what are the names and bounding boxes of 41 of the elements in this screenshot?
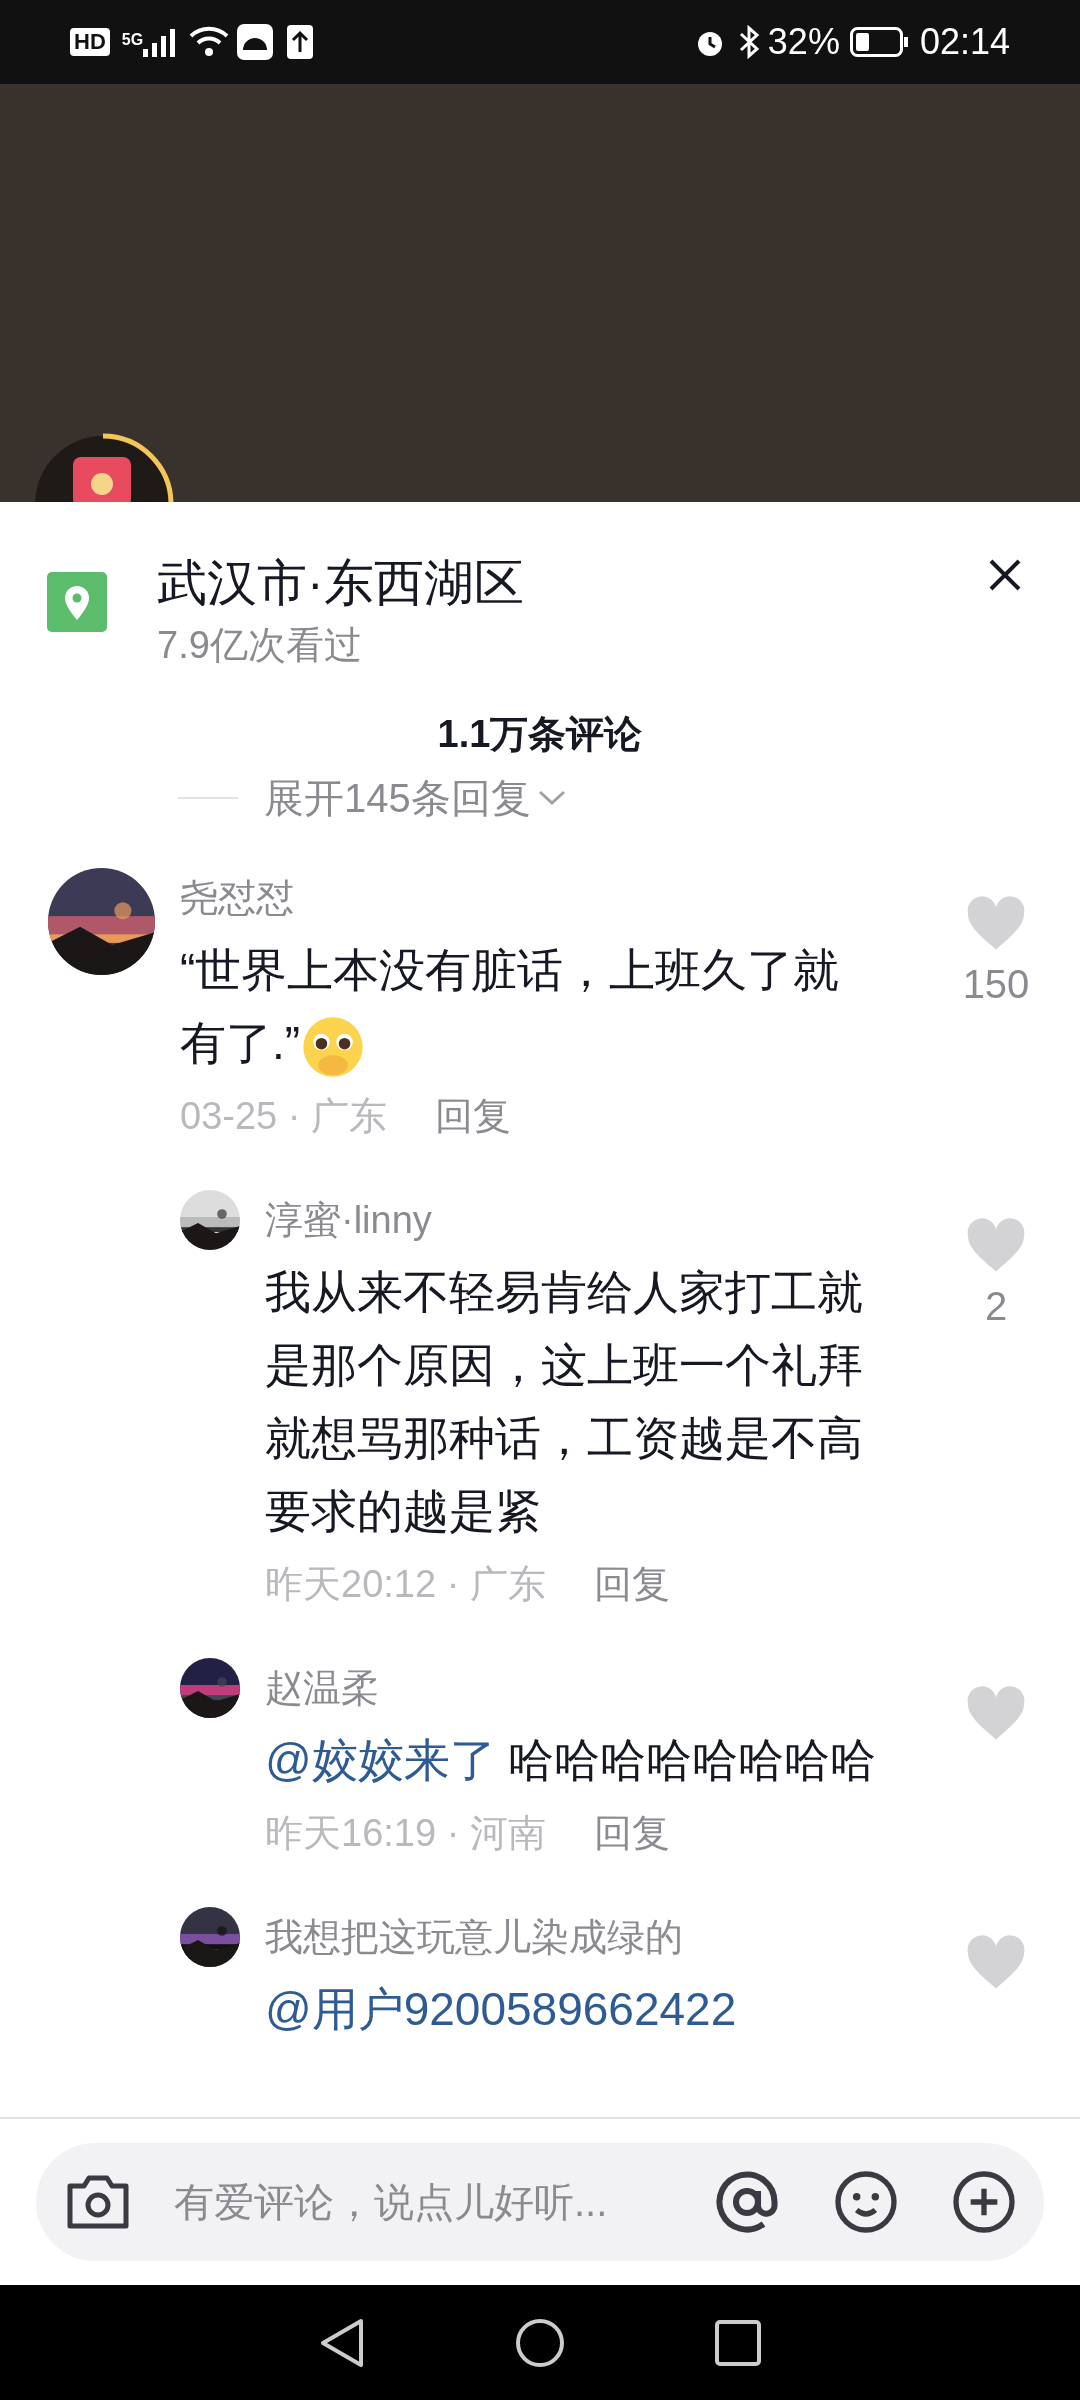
upload-icon <box>287 25 314 59</box>
expand-replies-button[interactable]: 展开145条回复 <box>264 768 567 828</box>
at-icon[interactable] <box>714 2169 780 2235</box>
comment-text: 我从来不轻易肯给人家打工就是那个原因，这上班一个礼拜就想骂那种话，工资越是不高要求的越是紧 <box>265 1265 864 1539</box>
like-count: 2 <box>984 1283 1008 1330</box>
reply-link[interactable]: 回复 <box>593 1803 670 1863</box>
emoji-icon[interactable] <box>834 2170 898 2234</box>
comment-meta: 昨天20:12 · 广东 <box>265 1562 546 1607</box>
comment-field[interactable]: 有爱评论，说点儿好听... <box>174 2172 694 2232</box>
like-count: 150 <box>962 961 1030 1008</box>
battery-percent: 32% <box>767 20 840 64</box>
comment-meta: 昨天16:19 · 河南 <box>265 1811 546 1856</box>
network-label: 5G <box>121 30 144 50</box>
location-pin-icon <box>47 572 107 632</box>
clock: 02:14 <box>919 20 1010 64</box>
comment-text: “世界上本没有脏话，上班久了就有了.” <box>180 934 880 1080</box>
hd-label: HD <box>70 28 110 56</box>
location-title: 武汉市·东西湖区 <box>157 554 525 613</box>
username[interactable]: 赵温柔 <box>265 1658 956 1718</box>
app-icon <box>237 24 274 60</box>
comment-input[interactable]: 有爱评论，说点儿好听... <box>36 2143 1044 2261</box>
chevron-down-icon <box>536 788 567 808</box>
username[interactable]: 尧怼怼 <box>180 868 956 928</box>
comment-text: @用户9200589662422 <box>265 1982 738 2037</box>
signal-icon <box>143 27 178 57</box>
bluetooth-icon <box>737 25 760 59</box>
home-icon[interactable] <box>515 2317 565 2368</box>
username[interactable]: 我想把这玩意儿染成绿的 <box>265 1907 956 1967</box>
username[interactable]: 淳蜜·linny <box>265 1190 956 1250</box>
reply-link[interactable]: 回复 <box>593 1554 670 1614</box>
comment-meta: 03-25 · 广东 <box>180 1094 387 1139</box>
comment-count: 1.1万条评论 <box>436 712 644 757</box>
battery-icon <box>849 27 908 57</box>
close-icon <box>988 558 1022 592</box>
wifi-icon <box>189 26 230 58</box>
plus-icon[interactable] <box>952 2170 1016 2234</box>
reply-link[interactable]: 回复 <box>434 1086 511 1146</box>
view-count: 7.9亿次看过 <box>157 623 363 668</box>
recents-icon[interactable] <box>715 2319 761 2366</box>
back-icon[interactable] <box>319 2317 365 2368</box>
comment-text: @姣姣来了 哈哈哈哈哈哈哈哈 <box>265 1733 878 1788</box>
